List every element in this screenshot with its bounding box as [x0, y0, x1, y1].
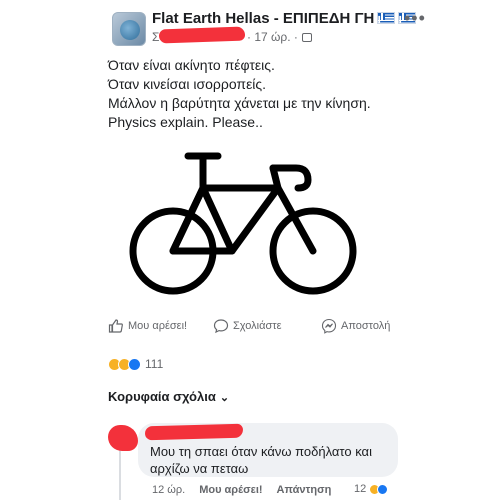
thumbs-up-icon — [108, 319, 123, 333]
post-actions: Μου αρέσει! Σχολιάστε Αποστολή — [0, 318, 500, 342]
post-time[interactable]: · 17 ώρ. · — [247, 30, 312, 44]
group-name[interactable]: Flat Earth Hellas - ΕΠΙΠΕΔΗ ΓΗ — [152, 10, 417, 27]
like-reaction-icon — [128, 357, 141, 371]
post-header: Flat Earth Hellas - ΕΠΙΠΕΔΗ ΓΗ Σ · 17 ώρ… — [0, 0, 500, 50]
like-button-label[interactable]: Μου αρέσει! — [128, 320, 187, 332]
comment-filter-dropdown[interactable]: Κορυφαία σχόλια ⌄ — [108, 389, 229, 404]
like-button[interactable]: Μου αρέσει! — [108, 318, 187, 334]
messenger-icon — [321, 318, 337, 334]
reaction-count[interactable]: 111 — [145, 357, 163, 371]
bicycle-seat-tube — [199, 184, 236, 255]
comment-reaction-count[interactable]: 12 — [354, 483, 366, 495]
reaction-summary[interactable]: 111 — [108, 356, 163, 372]
comment-button[interactable]: Σχολιάστε — [213, 318, 282, 334]
comment-text: Μου τη σπαει όταν κάνω ποδήλατο και αρχί… — [150, 443, 372, 477]
audience-icon — [301, 33, 312, 42]
post-text-line: Όταν είναι ακίνητο πέφτεις. — [108, 57, 275, 73]
post-body: Όταν είναι ακίνητο πέφτεις. Όταν κινείσα… — [108, 56, 371, 132]
redacted-commenter-name — [144, 423, 244, 441]
more-options-icon[interactable]: ••• — [404, 8, 426, 29]
comment-meta: 12 ώρ. Μου αρέσει! Απάντηση — [152, 484, 331, 496]
greek-flag-icon — [377, 12, 396, 24]
comment-thread-line — [119, 446, 121, 500]
send-button-label[interactable]: Αποστολή — [341, 320, 390, 332]
group-name-text[interactable]: Flat Earth Hellas - ΕΠΙΠΕΔΗ ΓΗ — [152, 10, 374, 27]
bicycle-icon[interactable] — [128, 146, 360, 302]
comment-filter-label[interactable]: Κορυφαία σχόλια — [108, 389, 216, 404]
post-time-text[interactable]: · 17 ώρ. · — [247, 30, 298, 44]
comment-text-line: αρχίζω να πεταω — [150, 461, 249, 476]
send-button[interactable]: Αποστολή — [321, 318, 390, 334]
comment-time[interactable]: 12 ώρ. — [152, 484, 185, 496]
post-text-line: Physics explain. Please.. — [108, 114, 263, 130]
redacted-author-name — [158, 26, 246, 44]
group-avatar[interactable] — [112, 12, 146, 46]
comment-like-button[interactable]: Μου αρέσει! — [199, 484, 262, 496]
redacted-avatar — [108, 425, 138, 451]
commenter-avatar[interactable] — [108, 425, 138, 453]
comment-text-line: Μου τη σπαει όταν κάνω ποδήλατο και — [150, 444, 372, 459]
like-reaction-icon — [377, 483, 389, 495]
post-text-line: Μάλλον η βαρύτητα χάνεται με την κίνηση. — [108, 95, 371, 111]
chevron-down-icon: ⌄ — [219, 392, 230, 404]
comment-reaction-summary[interactable]: 12 — [354, 483, 389, 495]
comment-reply-button[interactable]: Απάντηση — [277, 484, 332, 496]
post-text-line: Όταν κινείσαι ισορροπείς. — [108, 76, 267, 92]
comment-button-label[interactable]: Σχολιάστε — [233, 320, 282, 332]
comment-icon — [213, 319, 229, 334]
